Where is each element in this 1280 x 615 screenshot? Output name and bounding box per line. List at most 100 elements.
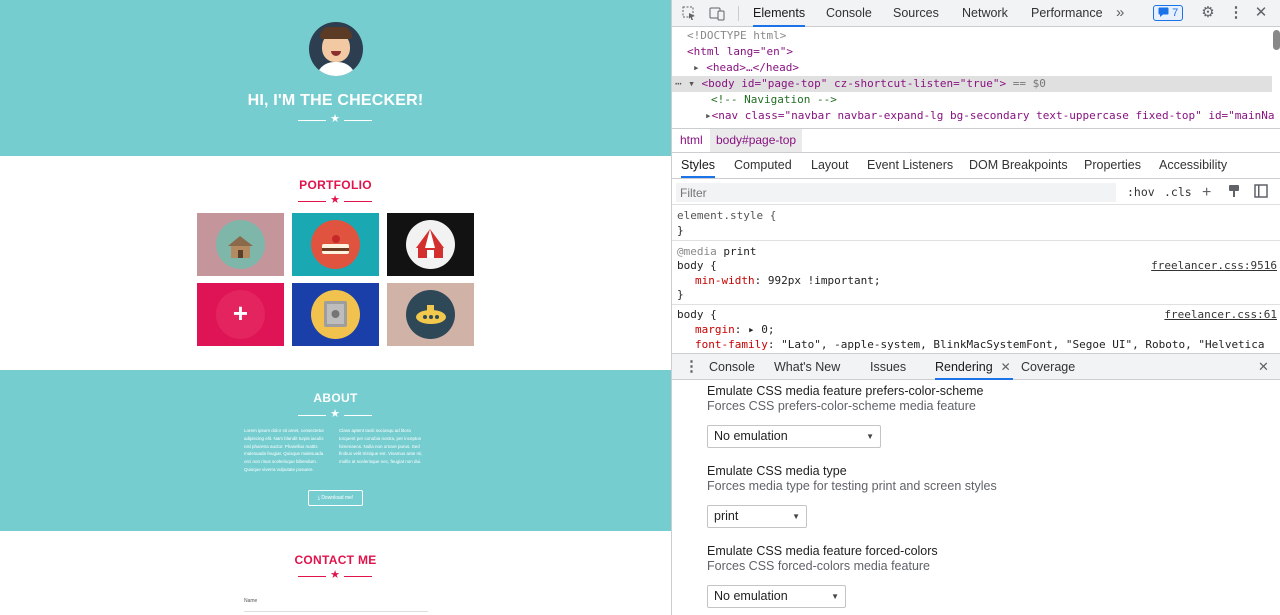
drawer-tab-console[interactable]: Console [709, 354, 755, 380]
margin-declaration[interactable]: margin: ▸ 0; [695, 322, 775, 337]
add-item-icon: + [216, 290, 265, 339]
tab-network[interactable]: Network [962, 0, 1008, 27]
portfolio-item-circus[interactable] [387, 213, 474, 276]
portfolio-item-add[interactable]: + [197, 283, 284, 346]
close-drawer-icon[interactable]: ✕ [1258, 354, 1269, 380]
media-type-select[interactable]: print ▼ [707, 505, 807, 528]
new-rule-icon[interactable]: + [1202, 184, 1211, 201]
min-width-value: : 992px !important; [754, 274, 881, 287]
element-style-selector[interactable]: element.style { [677, 208, 776, 223]
dom-nav[interactable]: ▸<nav class="navbar navbar-expand-lg bg-… [705, 108, 1275, 124]
styles-filter-input[interactable] [676, 183, 1116, 202]
settings-gear-icon[interactable]: ⚙ [1200, 5, 1216, 21]
rule-close-brace: } [677, 288, 684, 301]
dom-tree: <!DOCTYPE html> <html lang="en"> ▸ <head… [672, 28, 1280, 128]
subtab-dom-breakpoints[interactable]: DOM Breakpoints [969, 153, 1068, 178]
tab-elements[interactable]: Elements [753, 0, 806, 27]
close-devtools-icon[interactable]: ✕ [1253, 5, 1269, 21]
subtab-event-listeners[interactable]: Event Listeners [867, 153, 953, 178]
portfolio-title: PORTFOLIO [299, 178, 372, 192]
font-family-value: : "Lato", -apple-system, BlinkMacSystemF… [767, 338, 1265, 351]
avatar [309, 22, 363, 76]
font-family-declaration[interactable]: font-family: "Lato", -apple-system, Blin… [695, 337, 1265, 352]
paint-icon[interactable] [1228, 184, 1240, 201]
hero-section: HI, I'M THE CHECKER! ★ [0, 0, 671, 156]
issues-count: 7 [1172, 7, 1179, 19]
drawer-tab-coverage[interactable]: Coverage [1021, 354, 1075, 380]
name-field[interactable] [244, 611, 428, 612]
more-tabs-icon[interactable]: » [1116, 0, 1124, 27]
media-query: @media print [677, 244, 757, 259]
subtab-properties[interactable]: Properties [1084, 153, 1141, 178]
portfolio-divider: ★ [298, 194, 372, 206]
hover-state-toggle[interactable]: :hov [1127, 184, 1155, 201]
media-type-title: Emulate CSS media type [707, 464, 847, 478]
forced-colors-title: Emulate CSS media feature forced-colors [707, 544, 938, 558]
inspect-element-icon[interactable] [681, 5, 697, 21]
more-options-icon[interactable]: ⋮ [1228, 5, 1244, 21]
portfolio-item-cake[interactable] [292, 213, 379, 276]
drawer-tab-rendering-label: Rendering [935, 360, 993, 374]
screen: HI, I'M THE CHECKER! ★ PORTFOLIO ★ + ABO… [0, 0, 1280, 615]
drawer-tab-issues[interactable]: Issues [870, 354, 906, 380]
drawer-tab-whats-new[interactable]: What's New [774, 354, 840, 380]
about-text-left: Lorem ipsum dolor sit amet, consectetur … [244, 428, 325, 472]
body-selector[interactable]: body { [677, 307, 717, 322]
drawer-tab-rendering[interactable]: Rendering ✕ [935, 354, 1013, 380]
tab-performance[interactable]: Performance [1031, 0, 1103, 27]
styles-pane: element.style { } @media print body { fr… [672, 206, 1280, 352]
margin-property: margin [695, 323, 735, 336]
class-toggle[interactable]: .cls [1164, 184, 1192, 201]
portfolio-item-cabin[interactable] [197, 213, 284, 276]
breadcrumb-body[interactable]: body#page-top [710, 129, 803, 152]
source-link-9516[interactable]: freelancer.css:9516 [1151, 258, 1277, 273]
portfolio-item-safe[interactable] [292, 283, 379, 346]
issues-badge[interactable]: 7 [1153, 5, 1184, 21]
about-text-right: Class aptent taciti sociosqu ad litora t… [339, 428, 423, 465]
dom-scrollbar[interactable] [1273, 30, 1280, 50]
source-link-61[interactable]: freelancer.css:61 [1164, 307, 1277, 322]
device-toolbar-icon[interactable] [709, 5, 725, 21]
breadcrumb-html[interactable]: html [674, 129, 709, 152]
download-button[interactable]: ⤓ Download me! [308, 490, 363, 506]
cake-icon [311, 220, 360, 269]
styles-filter-bar: :hov .cls + [672, 180, 1280, 205]
media-type: print [723, 245, 757, 258]
breadcrumb: html body#page-top [672, 128, 1280, 153]
portfolio-item-submarine[interactable] [387, 283, 474, 346]
subtab-styles[interactable]: Styles [681, 153, 716, 178]
prefers-color-scheme-select[interactable]: No emulation ▼ [707, 425, 881, 448]
min-width-property: min-width [695, 274, 755, 287]
star-icon: ★ [330, 194, 340, 206]
subtab-computed[interactable]: Computed [734, 153, 792, 178]
subtab-accessibility[interactable]: Accessibility [1159, 153, 1227, 178]
dom-head[interactable]: ▸ <head>…</head> [693, 60, 799, 76]
hero-divider: ★ [298, 113, 372, 125]
dom-html-open[interactable]: <html lang="en"> [687, 44, 793, 60]
dom-body[interactable]: ⋯ ▾ <body id="page-top" cz-shortcut-list… [675, 76, 1046, 92]
contact-divider: ★ [298, 569, 372, 581]
body-selector[interactable]: body { [677, 258, 717, 273]
devtools-toolbar: Elements Console Sources Network Perform… [672, 0, 1280, 27]
drawer-menu-icon[interactable]: ⋮ [684, 354, 699, 380]
close-tab-icon[interactable]: ✕ [1001, 354, 1011, 380]
min-width-declaration[interactable]: min-width: 992px !important; [695, 273, 880, 288]
drawer-tabbar: ⋮ Console What's New Issues Rendering ✕ C… [672, 353, 1280, 380]
hero-title: HI, I'M THE CHECKER! [247, 92, 424, 109]
tab-console[interactable]: Console [826, 0, 872, 27]
tab-sources[interactable]: Sources [893, 0, 939, 27]
chevron-down-icon: ▼ [831, 592, 839, 601]
media-keyword: @media [677, 245, 717, 258]
dom-comment[interactable]: <!-- Navigation --> [711, 92, 837, 108]
rule-separator [672, 304, 1280, 305]
subtab-layout[interactable]: Layout [811, 153, 849, 178]
rule-close-brace: } [677, 224, 684, 237]
dom-nav-label: <nav class="navbar navbar-expand-lg bg-s… [711, 109, 1275, 122]
forced-colors-select[interactable]: No emulation ▼ [707, 585, 846, 608]
prefers-color-scheme-title: Emulate CSS media feature prefers-color-… [707, 384, 984, 398]
chevron-down-icon: ▼ [792, 512, 800, 521]
rule-separator [672, 240, 1280, 241]
sidebar-toggle-icon[interactable] [1254, 184, 1268, 201]
dom-doctype[interactable]: <!DOCTYPE html> [687, 28, 786, 44]
rendering-panel: Emulate CSS media feature prefers-color-… [672, 381, 1280, 615]
